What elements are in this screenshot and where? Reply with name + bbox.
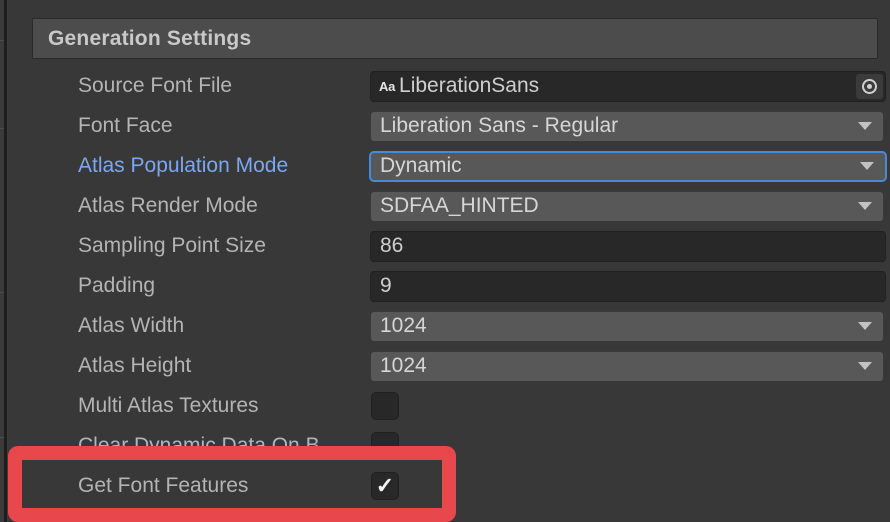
input-value: 9 [380, 274, 392, 298]
row-label: Atlas Render Mode [78, 194, 258, 218]
chevron-down-icon [858, 322, 872, 330]
dropdown-field[interactable]: SDFAA_HINTED [370, 191, 884, 222]
row-label: Atlas Width [78, 314, 184, 338]
check-icon: ✓ [376, 475, 394, 497]
row-label: Clear Dynamic Data On B [78, 434, 320, 458]
settings-row: Atlas Render Mode SDFAA_HINTED [8, 186, 890, 226]
picker-ring [862, 79, 877, 94]
unity-inspector-panel: Generation Settings Source Font File Aa Li… [0, 0, 890, 522]
row-label: Atlas Height [78, 354, 191, 378]
settings-row: Sampling Point Size 86 [8, 226, 890, 266]
settings-row: Font Face Liberation Sans - Regular [8, 106, 890, 146]
row-label: Source Font File [78, 74, 232, 98]
font-asset-aa-icon: Aa [379, 79, 395, 94]
chevron-down-icon [858, 202, 872, 210]
row-label: Padding [78, 274, 155, 298]
settings-row: Get Font Features ✓ [8, 466, 890, 506]
dropdown-field[interactable]: Dynamic [369, 151, 887, 182]
section-header-title: Generation Settings [48, 27, 251, 51]
checkbox-toggle[interactable] [371, 432, 399, 460]
dropdown-value: SDFAA_HINTED [380, 194, 539, 218]
dropdown-value: 1024 [380, 314, 427, 338]
source-font-file-field[interactable]: Aa LiberationSans [370, 71, 886, 102]
dropdown-field[interactable]: Liberation Sans - Regular [370, 111, 884, 142]
divider-tick [0, 292, 4, 293]
object-field-value: LiberationSans [399, 74, 539, 98]
panel-left-divider [0, 0, 8, 522]
row-label: Font Face [78, 114, 173, 138]
input-value: 86 [380, 234, 403, 258]
settings-row: Clear Dynamic Data On B [8, 426, 890, 466]
divider-tick [0, 437, 4, 438]
settings-row: Multi Atlas Textures [8, 386, 890, 426]
row-label: Sampling Point Size [78, 234, 266, 258]
checkbox-toggle[interactable] [371, 392, 399, 420]
dropdown-field[interactable]: 1024 [370, 311, 884, 342]
dropdown-field[interactable]: 1024 [370, 351, 884, 382]
numeric-input-field[interactable]: 9 [370, 271, 886, 302]
settings-row: Source Font File Aa LiberationSans [8, 66, 890, 106]
dropdown-value: 1024 [380, 354, 427, 378]
panel-divider-line [4, 0, 7, 522]
settings-row: Padding 9 [8, 266, 890, 306]
settings-row: Atlas Population Mode Dynamic [8, 146, 890, 186]
divider-tick [0, 40, 4, 41]
chevron-down-icon [860, 162, 874, 170]
chevron-down-icon [858, 122, 872, 130]
chevron-down-icon [858, 362, 872, 370]
dropdown-value: Liberation Sans - Regular [380, 114, 618, 138]
dropdown-value: Dynamic [380, 154, 462, 178]
row-label: Atlas Population Mode [78, 154, 288, 178]
row-label: Get Font Features [78, 474, 248, 498]
generation-settings-header[interactable]: Generation Settings [32, 18, 878, 59]
checkbox-toggle[interactable]: ✓ [371, 472, 399, 500]
object-picker-icon[interactable] [856, 74, 883, 99]
divider-tick [0, 128, 4, 129]
row-label: Multi Atlas Textures [78, 394, 259, 418]
settings-row: Atlas Width 1024 [8, 306, 890, 346]
settings-row: Atlas Height 1024 [8, 346, 890, 386]
numeric-input-field[interactable]: 86 [370, 231, 886, 262]
picker-dot [867, 84, 872, 89]
